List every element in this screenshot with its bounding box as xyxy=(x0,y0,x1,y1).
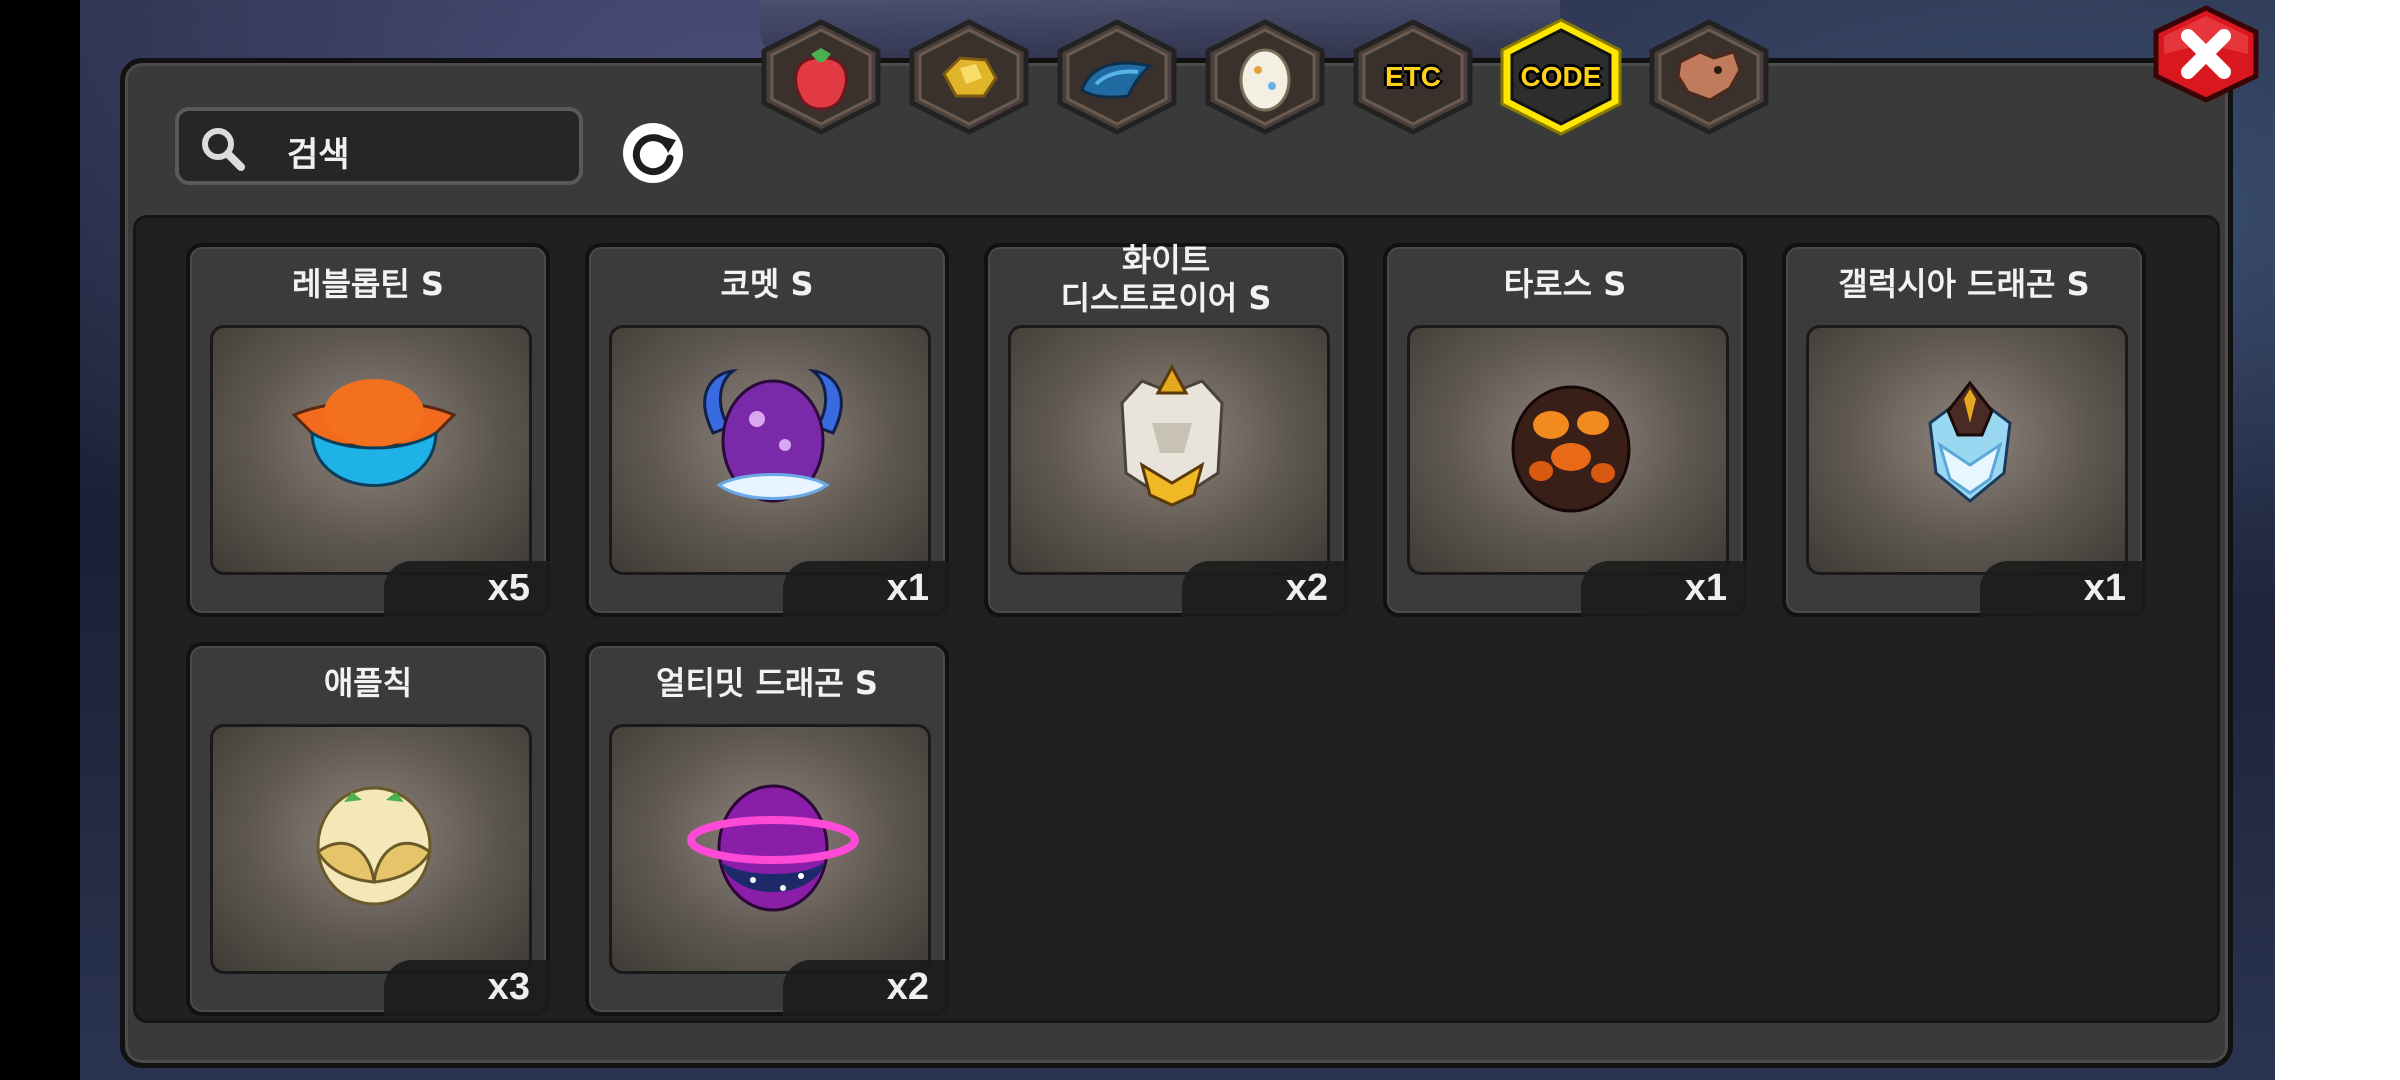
tab-fruit[interactable] xyxy=(756,18,886,136)
tab-etc[interactable]: ETC xyxy=(1348,18,1478,136)
item-quantity-badge: x2 xyxy=(783,960,949,1016)
item-quantity: x2 xyxy=(1285,567,1328,609)
dragon-scale-icon xyxy=(1080,61,1154,99)
search-icon xyxy=(202,128,245,171)
item-name: 얼티밋 드래곤 S xyxy=(656,664,878,702)
screen-margin xyxy=(2275,0,2400,1080)
item-name: 갤럭시아 드래곤 S xyxy=(1838,265,2090,303)
item-quantity: x5 xyxy=(487,567,530,609)
item-name: 코멧 S xyxy=(720,265,814,303)
item-quantity-badge: x1 xyxy=(783,561,949,617)
ringed-purple-egg-icon xyxy=(687,784,859,912)
item-card[interactable]: 화이트 디스트로이어 S x2 xyxy=(984,241,1348,617)
galaxy-crystal-egg-icon xyxy=(1928,380,2012,503)
purple-horned-egg-icon xyxy=(703,368,843,503)
item-quantity: x1 xyxy=(2083,567,2126,609)
item-name: 애플칙 xyxy=(323,664,413,702)
item-quantity: x3 xyxy=(487,966,530,1008)
item-card[interactable]: 타로스 S x1 xyxy=(1383,243,1747,617)
tab-gold[interactable] xyxy=(904,18,1034,136)
item-frame xyxy=(609,325,931,575)
search-placeholder: 검색 xyxy=(287,135,350,175)
item-quantity: x1 xyxy=(1684,567,1727,609)
category-tabs: ETC CODE xyxy=(756,18,1786,138)
winged-cream-egg-icon xyxy=(316,786,432,906)
item-card[interactable]: 코멧 S x1 xyxy=(585,243,949,617)
item-name: 레블롭틴 S xyxy=(292,265,444,303)
tab-code[interactable]: CODE xyxy=(1496,18,1626,136)
search-input[interactable]: 검색 xyxy=(175,107,583,185)
item-card[interactable]: 갤럭시아 드래곤 S x1 xyxy=(1782,243,2146,617)
item-quantity-badge: x1 xyxy=(1980,561,2146,617)
item-card[interactable]: 얼티밋 드래곤 S x2 xyxy=(585,642,949,1016)
close-button[interactable] xyxy=(2150,4,2262,104)
tab-code-label: CODE xyxy=(1520,61,1602,92)
tab-egg[interactable] xyxy=(1200,18,1330,136)
tab-scale[interactable] xyxy=(1052,18,1182,136)
tab-beast[interactable] xyxy=(1644,18,1774,136)
item-quantity-badge: x1 xyxy=(1581,561,1747,617)
item-name: 타로스 S xyxy=(1503,265,1627,303)
item-grid: 레블롭틴 S x5 코멧 S x1 화이트 디스트로이어 S x2 타로스 S … xyxy=(133,215,2220,1023)
item-quantity: x2 xyxy=(886,966,929,1008)
refresh-icon[interactable] xyxy=(616,116,690,190)
item-frame xyxy=(1806,325,2128,575)
item-quantity-badge: x3 xyxy=(384,960,550,1016)
tab-etc-label: ETC xyxy=(1385,61,1441,92)
item-quantity-badge: x2 xyxy=(1182,561,1348,617)
gold-nugget-icon xyxy=(942,56,998,98)
orange-blue-egg-icon xyxy=(291,379,457,487)
lava-egg-icon xyxy=(1511,385,1631,513)
white-armored-egg-icon xyxy=(1120,363,1224,507)
dragon-head-icon xyxy=(1676,50,1742,102)
item-name: 화이트 디스트로이어 S xyxy=(1060,241,1272,317)
strawberry-icon xyxy=(794,48,848,111)
egg-icon xyxy=(1239,48,1291,112)
item-card[interactable]: 레블롭틴 S x5 xyxy=(186,243,550,617)
item-frame xyxy=(210,325,532,575)
item-frame xyxy=(609,724,931,974)
item-quantity-badge: x5 xyxy=(384,561,550,617)
item-quantity: x1 xyxy=(886,567,929,609)
item-frame xyxy=(1407,325,1729,575)
item-card[interactable]: 애플칙 x3 xyxy=(186,642,550,1016)
item-frame xyxy=(1008,325,1330,575)
item-frame xyxy=(210,724,532,974)
